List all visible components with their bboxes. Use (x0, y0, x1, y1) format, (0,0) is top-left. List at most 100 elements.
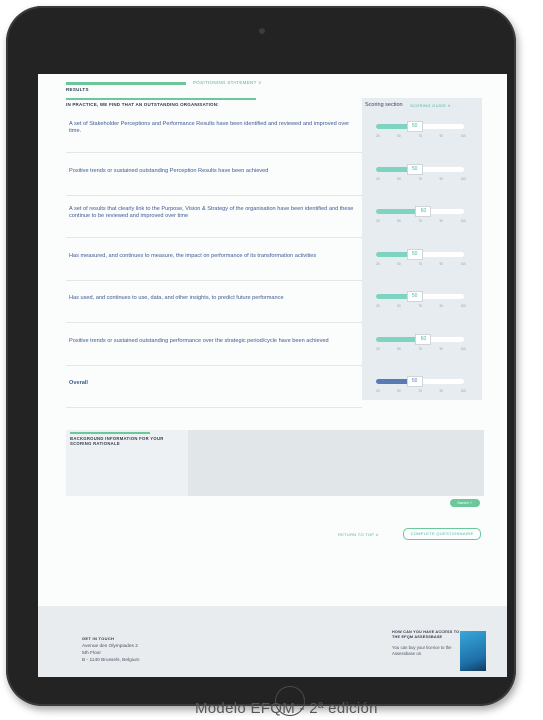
address-line: Avenue des Olympiades 2 (82, 644, 138, 649)
tick-label: 100 (460, 219, 466, 223)
tick-label: 90 (439, 134, 444, 138)
tick-label: 100 (460, 262, 466, 266)
slider-ticks: 25 50 75 90 100 (376, 304, 466, 308)
score-slider[interactable]: 50 25 50 75 90 100 (376, 291, 468, 308)
access-text: You can buy your licence to the Assessba… (392, 645, 452, 656)
background-label: BACKGROUND INFORMATION FOR YOUR SCORING … (70, 436, 164, 446)
address-line: B - 1140 Brussels, Belgium (82, 658, 140, 663)
tick-label: 90 (439, 347, 444, 351)
score-value[interactable]: 50 (406, 376, 423, 387)
criterion-text: Has measured, and continues to measure, … (69, 253, 317, 259)
get-in-touch-heading: GET IN TOUCH (82, 636, 115, 641)
score-value[interactable]: 50 (406, 249, 423, 260)
slider-fill (376, 294, 408, 299)
tick-label: 75 (418, 262, 422, 266)
tick-label: 25 (376, 177, 380, 181)
caption: Modelo EFQM - 2ª edición (195, 700, 378, 717)
tick-label: 25 (376, 389, 380, 393)
tick-label: 90 (439, 177, 444, 181)
score-slider[interactable]: 50 25 50 75 90 100 (376, 376, 468, 393)
tick-label: 25 (376, 134, 380, 138)
header-accent-bar (66, 98, 256, 100)
criterion-row: A set of Stakeholder Perceptions and Per… (66, 110, 362, 153)
tick-label: 50 (397, 219, 401, 223)
tick-label: 50 (397, 262, 401, 266)
score-slider[interactable]: 50 25 50 75 90 100 (376, 121, 468, 138)
criterion-row: Positive trends or sustained outstanding… (66, 323, 362, 366)
tick-label: 75 (418, 389, 422, 393)
tick-label: 25 (376, 262, 380, 266)
slider-ticks: 25 50 75 90 100 (376, 389, 466, 393)
tick-label: 100 (460, 304, 466, 308)
background-accent-bar (70, 432, 150, 434)
slider-ticks: 25 50 75 90 100 (376, 347, 466, 351)
tick-label: 75 (418, 304, 422, 308)
criterion-row: Has used, and continues to use, data, an… (66, 280, 362, 323)
slider-fill (376, 252, 408, 257)
tick-label: 90 (439, 304, 444, 308)
slider-fill (376, 209, 417, 214)
slider-fill (376, 167, 408, 172)
complete-questionnaire-button[interactable]: COMPLETE QUESTIONNAIRE (403, 528, 481, 540)
slider-fill (376, 379, 408, 384)
tick-label: 25 (376, 304, 380, 308)
tick-label: 50 (397, 177, 401, 181)
criterion-text: A set of Stakeholder Perceptions and Per… (69, 121, 350, 134)
scoring-section-label: Scoring section (365, 102, 403, 108)
address-line: 5th Floor (82, 651, 101, 656)
return-to-top-link[interactable]: RETURN TO TOP ∧ (338, 532, 379, 537)
criterion-text: Has used, and continues to use, data, an… (69, 295, 284, 301)
tick-label: 50 (397, 347, 401, 351)
slider-ticks: 25 50 75 90 100 (376, 134, 466, 138)
slider-ticks: 25 50 75 90 100 (376, 177, 466, 181)
criterion-text: Positive trends or sustained outstanding… (69, 168, 269, 174)
score-slider[interactable]: 60 25 50 75 90 100 (376, 334, 468, 351)
score-slider[interactable]: 50 25 50 75 90 100 (376, 249, 468, 266)
tick-label: 100 (460, 347, 466, 351)
practice-header: IN PRACTICE, WE FIND THAT AN OUTSTANDING… (66, 102, 219, 107)
criterion-row: Has measured, and continues to measure, … (66, 238, 362, 281)
slider-ticks: 25 50 75 90 100 (376, 262, 466, 266)
camera-icon (259, 28, 265, 34)
tick-label: 90 (439, 219, 444, 223)
criterion-row: A set of results that clearly link to th… (66, 195, 362, 238)
tablet-frame: RESULTS POSITIONING STATEMENT ∨ IN PRACT… (6, 6, 516, 716)
assessbase-book-image[interactable] (460, 631, 486, 671)
slider-fill (376, 337, 417, 342)
slider-ticks: 25 50 75 90 100 (376, 219, 466, 223)
tick-label: 75 (418, 177, 422, 181)
positioning-statement-link[interactable]: POSITIONING STATEMENT ∨ (193, 80, 262, 86)
slider-fill (376, 124, 408, 129)
score-value[interactable]: 50 (406, 121, 423, 132)
scoring-guide-link[interactable]: SCORING GUIDE ∨ (410, 103, 451, 108)
tick-label: 100 (460, 177, 466, 181)
criterion-text: Positive trends or sustained outstanding… (69, 338, 329, 344)
score-value[interactable]: 50 (406, 164, 423, 175)
score-value[interactable]: 60 (415, 206, 432, 217)
section-title: RESULTS (66, 87, 89, 92)
score-slider[interactable]: 50 25 50 75 90 100 (376, 164, 468, 181)
score-slider[interactable]: 60 25 50 75 90 100 (376, 206, 468, 223)
tick-label: 100 (460, 389, 466, 393)
saved-button[interactable]: Saved ✓ (450, 499, 480, 507)
results-accent-bar (66, 82, 186, 85)
tick-label: 50 (397, 134, 401, 138)
scoring-rationale-textarea[interactable] (188, 430, 484, 496)
tick-label: 100 (460, 134, 466, 138)
tick-label: 75 (418, 134, 422, 138)
tick-label: 25 (376, 219, 380, 223)
tick-label: 90 (439, 389, 444, 393)
score-value[interactable]: 50 (406, 291, 423, 302)
criterion-text: Overall (69, 380, 88, 386)
tick-label: 50 (397, 389, 401, 393)
criterion-text: A set of results that clearly link to th… (69, 206, 354, 219)
tick-label: 90 (439, 262, 444, 266)
access-heading: HOW CAN YOU HAVE ACCESS TO THE EFQM ASSE… (392, 630, 460, 639)
tick-label: 75 (418, 347, 422, 351)
criterion-row: Overall (66, 365, 362, 408)
tick-label: 50 (397, 304, 401, 308)
tick-label: 25 (376, 347, 380, 351)
footer (38, 606, 507, 677)
tick-label: 75 (418, 219, 422, 223)
score-value[interactable]: 60 (415, 334, 432, 345)
